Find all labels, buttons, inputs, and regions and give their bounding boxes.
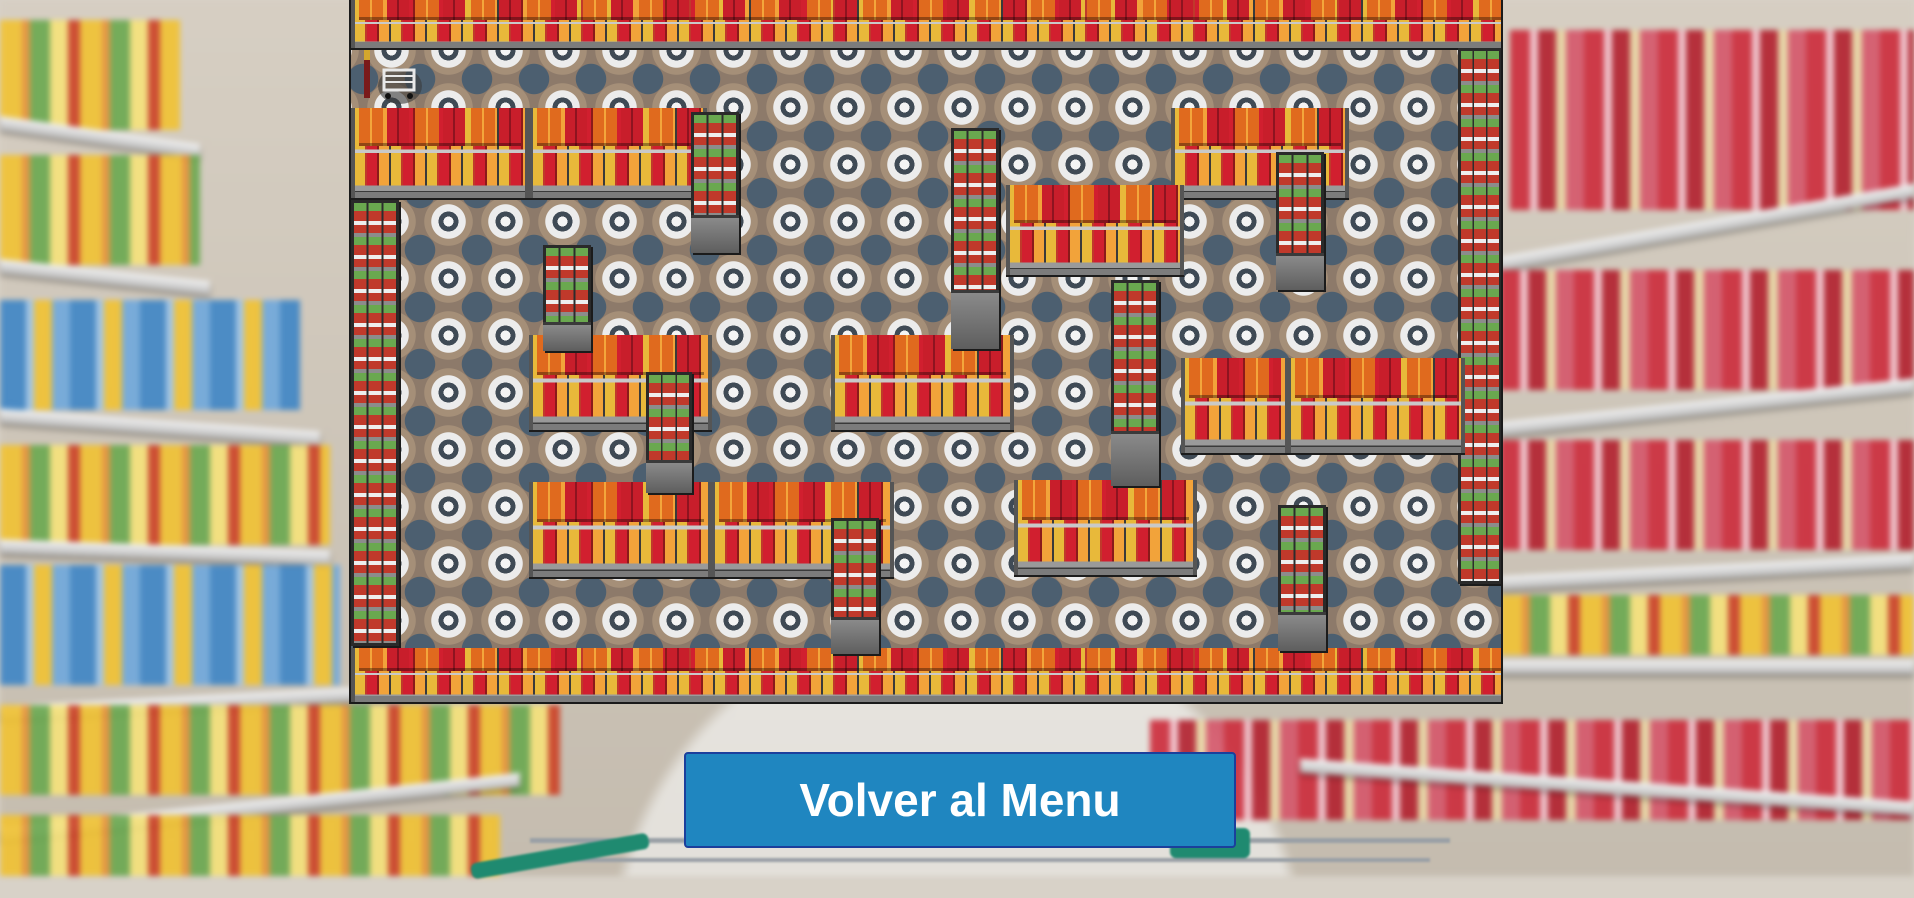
shelf-row-5a [529,482,712,577]
shelf-col-6 [1111,280,1159,486]
shelf-row-2 [1006,185,1184,275]
shelf-col-7 [831,518,879,654]
back-to-menu-button[interactable]: Volver al Menu [684,752,1236,848]
game-board[interactable] [351,0,1501,702]
shelf-row-3b [831,335,1014,430]
shelf-col-8 [1278,505,1326,651]
shelf-right-wall [1458,48,1501,584]
shelf-bottom-wall [351,648,1501,702]
shelf-col-1 [691,112,739,253]
shelf-row-5c [1014,480,1197,575]
shelf-row-1b [529,108,707,198]
shelf-row-1a [351,108,529,198]
shelf-row-4b [1287,358,1465,453]
player-cart [362,48,422,108]
shopping-cart-icon [364,50,422,104]
shelf-row-4a [1181,358,1289,453]
shelf-left-wall [351,200,399,646]
shelf-col-5 [1276,152,1324,290]
shelf-col-3 [646,372,692,493]
shelf-top-wall [351,0,1501,48]
shelf-col-4 [951,128,999,349]
shelf-col-2 [543,245,591,351]
